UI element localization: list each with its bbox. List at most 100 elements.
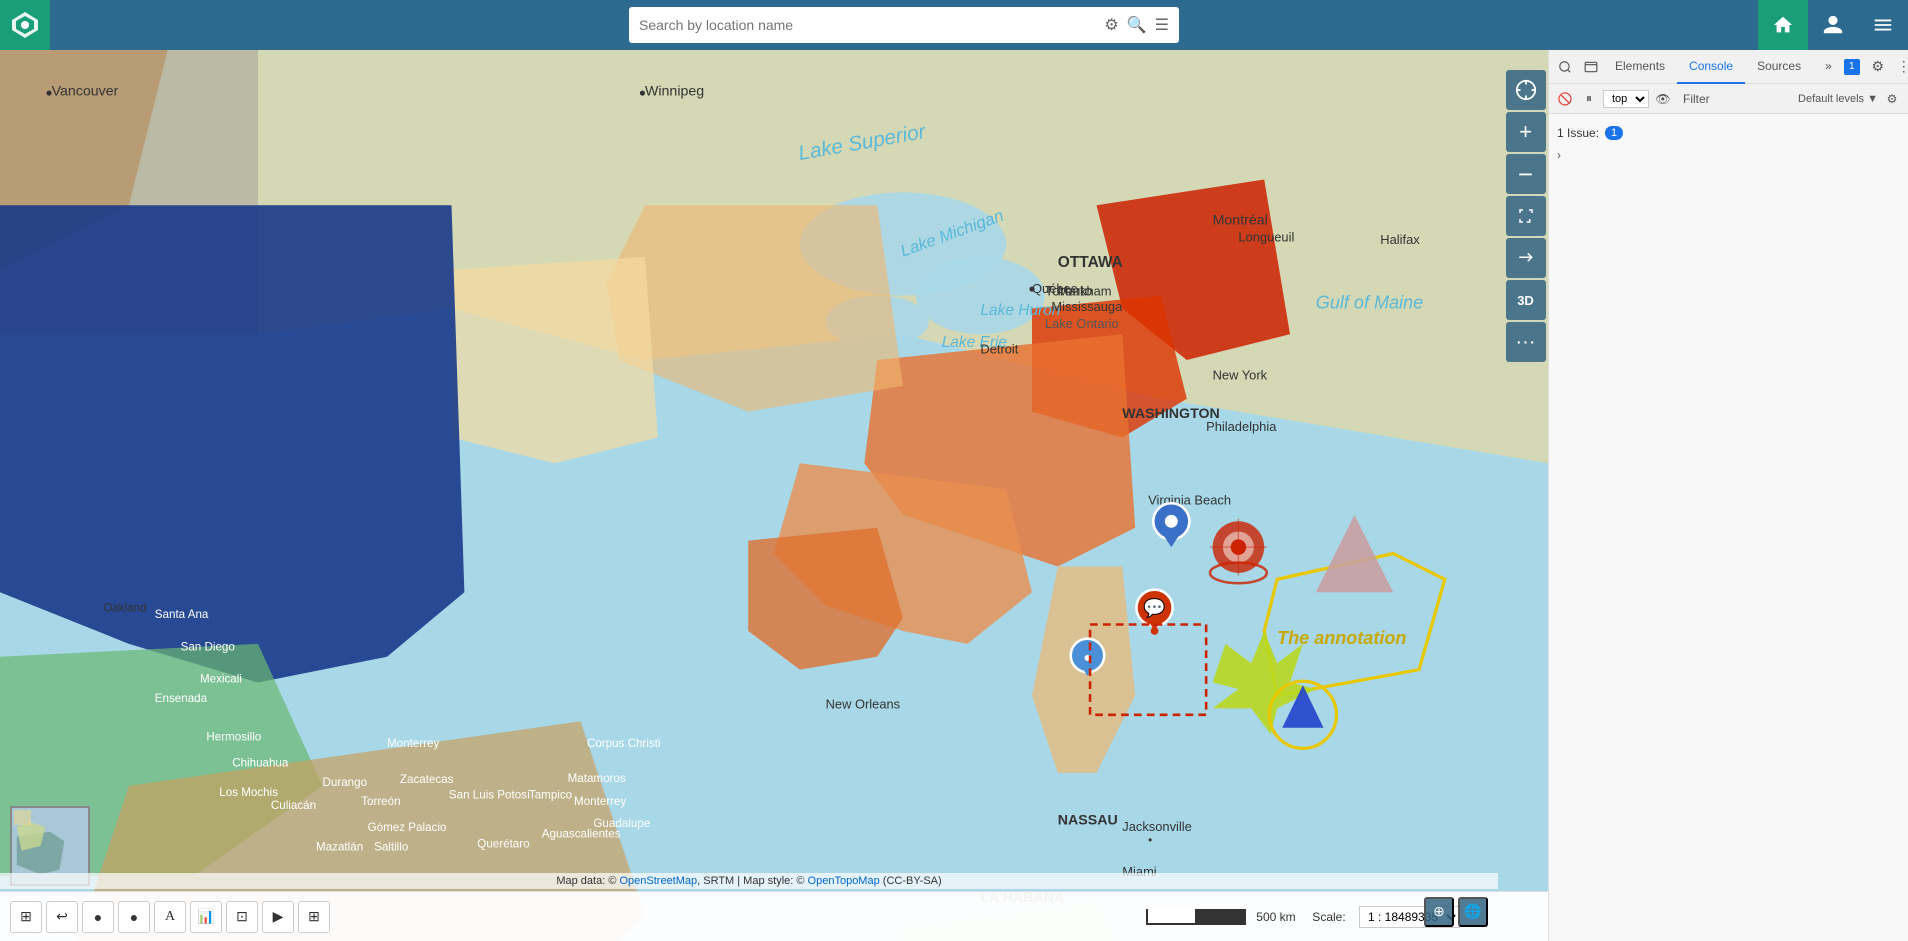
devtools-eye-icon[interactable]: 👁 [1653, 89, 1673, 109]
map-bottom-toolbar: ⊞ ↩ ● ● A 📊 ⊡ ▶ ⊞ 500 km Scale: 1 : 1848… [0, 891, 1548, 941]
devtools-pause-icon[interactable]: ⏸ [1579, 89, 1599, 109]
svg-text:Winnipeg: Winnipeg [645, 84, 704, 100]
map-attribution: Map data: © OpenStreetMap, SRTM | Map st… [0, 873, 1498, 889]
issue-expand-arrow[interactable]: › [1557, 144, 1900, 166]
expand-button[interactable] [1506, 238, 1546, 278]
svg-text:Los Mochis: Los Mochis [219, 786, 278, 799]
devtools-clear-icon[interactable]: 🚫 [1555, 89, 1575, 109]
three-d-button[interactable]: 3D [1506, 280, 1546, 320]
svg-text:Jacksonville: Jacksonville [1122, 819, 1192, 834]
svg-text:Gulf of Maine: Gulf of Maine [1316, 292, 1423, 312]
search-icon[interactable]: 🔍 [1127, 15, 1147, 35]
devtools-tabs: Elements Console Sources » 1 ⚙ ⋮ ✕ [1549, 50, 1908, 84]
devtools-tab-sources[interactable]: Sources [1745, 50, 1813, 84]
top-bar: ⚙ 🔍 ☰ [0, 0, 1908, 50]
svg-text:Zacatecas: Zacatecas [400, 773, 454, 786]
svg-text:Montréal: Montréal [1213, 213, 1268, 229]
issue-count-label: 1 Issue: [1557, 126, 1599, 140]
svg-text:Monterrey: Monterrey [574, 795, 626, 808]
svg-text:Ensenada: Ensenada [155, 692, 208, 705]
devtools-vertical-dots-icon[interactable]: ⋮ [1892, 55, 1908, 79]
app-logo[interactable] [0, 0, 50, 50]
devtools-responsive-icon[interactable] [1579, 55, 1603, 79]
svg-text:Philadelphia: Philadelphia [1206, 419, 1277, 434]
search-container: ⚙ 🔍 ☰ [50, 7, 1758, 43]
map-area[interactable]: Lake Superior Lake Michigan Lake Huron L… [0, 50, 1548, 941]
svg-text:New York: New York [1213, 367, 1268, 382]
devtools-tab-console[interactable]: Console [1677, 50, 1745, 84]
tool-btn-9[interactable]: ⊞ [298, 901, 330, 933]
svg-text:Québec: Québec [1032, 281, 1078, 296]
devtools-toolbar: 🚫 ⏸ top 👁 Filter Default levels ▼ ⚙ [1549, 84, 1908, 114]
svg-text:New Orleans: New Orleans [826, 696, 901, 711]
devtools-inspect-icon[interactable] [1553, 55, 1577, 79]
devtools-context-select[interactable]: top [1603, 90, 1649, 108]
top-bar-right [1758, 0, 1908, 50]
main-content: Lake Superior Lake Michigan Lake Huron L… [0, 50, 1908, 941]
svg-text:Mississauga: Mississauga [1051, 299, 1123, 314]
menu-icon[interactable]: ☰ [1155, 15, 1169, 35]
svg-text:•: • [1148, 834, 1152, 847]
svg-text:Monterrey: Monterrey [387, 737, 439, 750]
svg-text:Durango: Durango [323, 776, 368, 789]
svg-text:Detroit: Detroit [980, 342, 1018, 357]
svg-text:Hermosillo: Hermosillo [206, 731, 261, 744]
svg-text:Chihuahua: Chihuahua [232, 756, 289, 769]
map-controls: + − 3D ··· [1503, 50, 1548, 941]
tool-btn-8[interactable]: ▶ [262, 901, 294, 933]
tool-btn-7[interactable]: ⊡ [226, 901, 258, 933]
openstreetmap-link[interactable]: OpenStreetMap [619, 875, 697, 887]
svg-text:Corpus Christi: Corpus Christi [587, 737, 661, 750]
devtools-filter-label[interactable]: Filter [1677, 92, 1716, 106]
home-button[interactable] [1758, 0, 1808, 50]
svg-text:Saltillo: Saltillo [374, 840, 408, 853]
scale-bar: 500 km Scale: 1 : 18489335 [1146, 906, 1460, 928]
svg-text:OTTAWA: OTTAWA [1058, 254, 1123, 271]
svg-text:Vancouver: Vancouver [52, 84, 119, 100]
settings-icon[interactable]: ⚙ [1104, 15, 1118, 35]
svg-text:Mazatlán: Mazatlán [316, 840, 363, 853]
search-input[interactable] [639, 17, 1096, 33]
tool-btn-5[interactable]: A [154, 901, 186, 933]
devtools-default-levels-label[interactable]: Default levels ▼ [1798, 93, 1878, 105]
map-svg: Lake Superior Lake Michigan Lake Huron L… [0, 50, 1548, 941]
tool-btn-4[interactable]: ● [118, 901, 150, 933]
tool-btn-1[interactable]: ⊞ [10, 901, 42, 933]
devtools-settings-icon[interactable]: ⚙ [1866, 55, 1890, 79]
tool-btn-2[interactable]: ↩ [46, 901, 78, 933]
svg-text:San Luis Potosí: San Luis Potosí [449, 789, 531, 802]
issue-count: 1 Issue: 1 [1557, 122, 1900, 144]
devtools-tab-elements[interactable]: Elements [1603, 50, 1677, 84]
svg-text:Gómez Palacio: Gómez Palacio [368, 821, 447, 834]
compass-button[interactable] [1506, 70, 1546, 110]
devtools-toolbar-settings[interactable]: ⚙ [1882, 89, 1902, 109]
fullscreen-button[interactable] [1506, 196, 1546, 236]
issue-badge: 1 [1605, 126, 1623, 140]
zoom-out-button[interactable]: − [1506, 154, 1546, 194]
devtools-content: 1 Issue: 1 › [1549, 114, 1908, 941]
svg-text:Santa Ana: Santa Ana [155, 608, 209, 621]
zoom-in-button[interactable]: + [1506, 112, 1546, 152]
search-box: ⚙ 🔍 ☰ [629, 7, 1179, 43]
tool-btn-3[interactable]: ● [82, 901, 114, 933]
devtools-tab-more[interactable]: » [1813, 50, 1844, 84]
opentopomap-link[interactable]: OpenTopoMap [808, 875, 880, 887]
user-button[interactable] [1808, 0, 1858, 50]
hamburger-menu-button[interactable] [1858, 0, 1908, 50]
svg-text:Mexicali: Mexicali [200, 673, 242, 686]
devtools-panel: Elements Console Sources » 1 ⚙ ⋮ ✕ 🚫 ⏸ t… [1548, 50, 1908, 941]
svg-text:Matamoros: Matamoros [568, 772, 626, 785]
svg-text:San Diego: San Diego [181, 640, 235, 653]
map-br-btn-1[interactable]: ⊕ [1424, 897, 1454, 927]
map-bottom-right-buttons: ⊕ 🌐 [1424, 897, 1488, 927]
svg-text:Guadalupe: Guadalupe [593, 817, 650, 830]
svg-text:Halifax: Halifax [1380, 232, 1420, 247]
svg-text:Tampico: Tampico [529, 789, 572, 802]
svg-text:Lake Ontario: Lake Ontario [1045, 316, 1119, 331]
more-options-button[interactable]: ··· [1506, 322, 1546, 362]
tool-btn-6[interactable]: 📊 [190, 901, 222, 933]
svg-text:Querétaro: Querétaro [477, 838, 529, 851]
svg-text:Culiacán: Culiacán [271, 799, 316, 812]
map-br-btn-2[interactable]: 🌐 [1458, 897, 1488, 927]
svg-text:The annotation: The annotation [1277, 628, 1406, 648]
